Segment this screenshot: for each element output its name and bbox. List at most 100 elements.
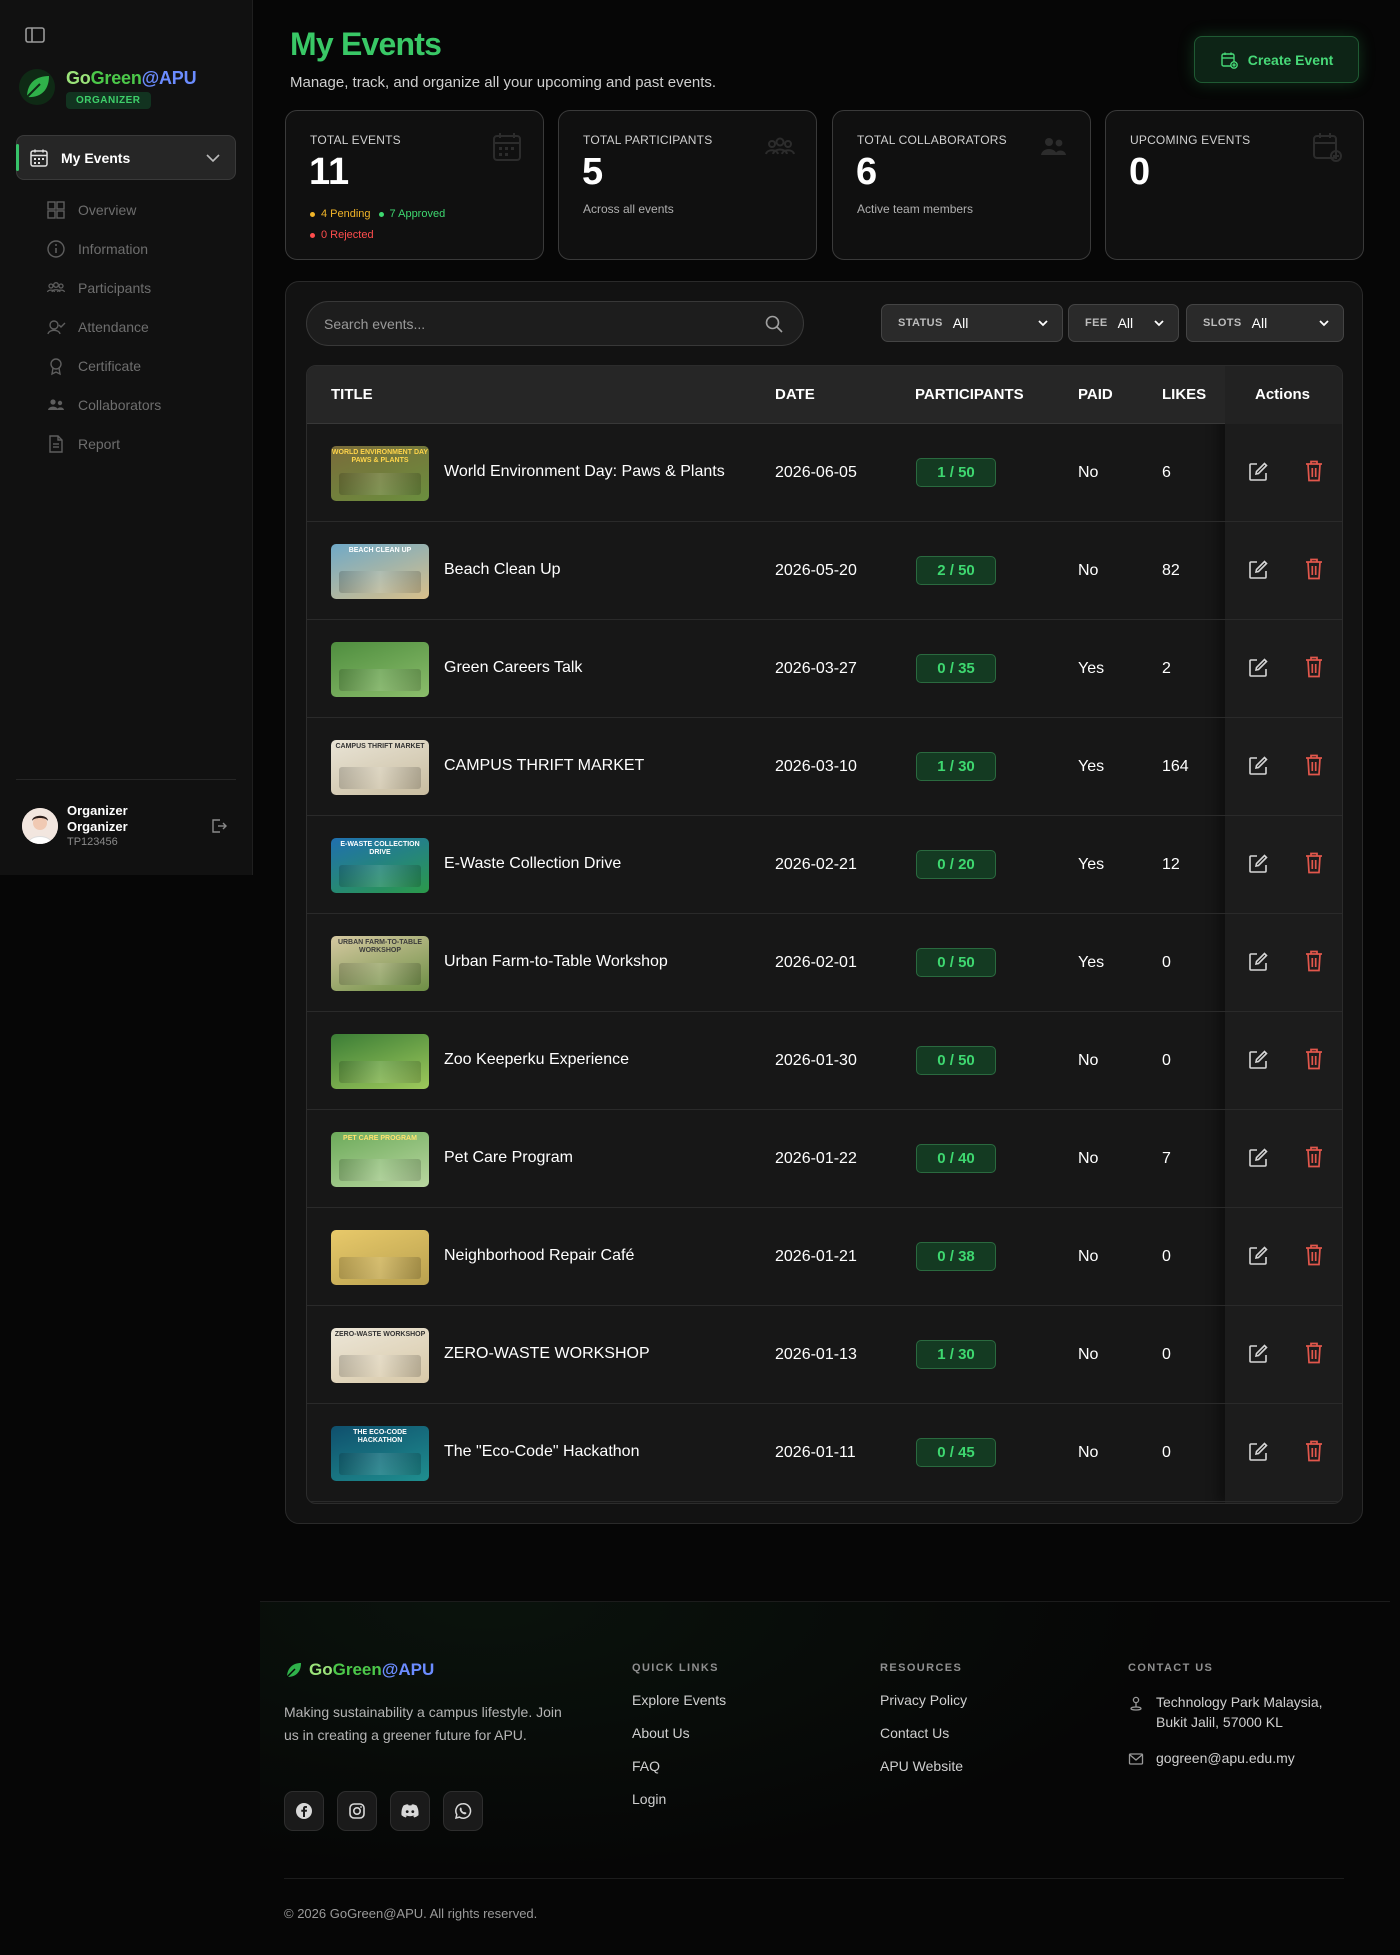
- event-thumbnail[interactable]: ZERO-WASTE WORKSHOP: [331, 1328, 429, 1383]
- trash-icon[interactable]: [1304, 1341, 1324, 1365]
- event-thumbnail[interactable]: URBAN FARM-TO-TABLE WORKSHOP: [331, 936, 429, 991]
- footer-link-contact-us[interactable]: Contact Us: [880, 1725, 967, 1758]
- event-title[interactable]: ZERO-WASTE WORKSHOP: [444, 1345, 650, 1363]
- chevron-down-icon[interactable]: [205, 150, 221, 166]
- instagram-icon[interactable]: [337, 1791, 377, 1831]
- event-thumbnail[interactable]: WORLD ENVIRONMENT DAY PAWS & PLANTS: [331, 446, 429, 501]
- trash-icon[interactable]: [1304, 557, 1324, 581]
- edit-icon[interactable]: [1247, 1441, 1269, 1463]
- subnav-collaborators[interactable]: Collaborators: [46, 385, 161, 424]
- logout-icon[interactable]: [210, 817, 228, 835]
- event-title[interactable]: The "Eco-Code" Hackathon: [444, 1443, 639, 1461]
- fee-filter[interactable]: FEE All: [1068, 304, 1179, 342]
- leaf-logo-icon: [286, 1663, 301, 1678]
- subnav-certificate[interactable]: Certificate: [46, 346, 161, 385]
- trash-icon[interactable]: [1304, 655, 1324, 679]
- trash-icon[interactable]: [1304, 753, 1324, 777]
- event-thumbnail[interactable]: [331, 1034, 429, 1089]
- footer-brand[interactable]: Go Green @APU: [284, 1660, 434, 1680]
- th-date[interactable]: DATE: [775, 386, 815, 403]
- th-likes[interactable]: LIKES: [1162, 386, 1206, 403]
- event-thumbnail[interactable]: CAMPUS THRIFT MARKET: [331, 740, 429, 795]
- edit-icon[interactable]: [1247, 657, 1269, 679]
- edit-icon[interactable]: [1247, 1049, 1269, 1071]
- event-title[interactable]: E-Waste Collection Drive: [444, 855, 621, 873]
- avatar[interactable]: [22, 808, 58, 844]
- table-row[interactable]: CAMPUS THRIFT MARKET CAMPUS THRIFT MARKET…: [307, 718, 1342, 816]
- event-title[interactable]: Green Careers Talk: [444, 659, 582, 677]
- whatsapp-icon[interactable]: [443, 1791, 483, 1831]
- event-thumbnail[interactable]: [331, 642, 429, 697]
- filter-value: All: [952, 315, 969, 331]
- table-row[interactable]: BEACH CLEAN UP Beach Clean Up 2026-05-20 2 …: [307, 522, 1342, 620]
- event-thumbnail[interactable]: THE ECO-CODE HACKATHON: [331, 1426, 429, 1481]
- footer-link-explore-events[interactable]: Explore Events: [632, 1692, 726, 1725]
- trash-icon[interactable]: [1304, 851, 1324, 875]
- trash-icon[interactable]: [1304, 1439, 1324, 1463]
- trash-icon[interactable]: [1304, 1243, 1324, 1267]
- search-bar[interactable]: [306, 301, 804, 346]
- stat-value: 0: [1129, 151, 1151, 193]
- user-name: Organizer Organizer: [67, 803, 128, 834]
- trash-icon[interactable]: [1304, 1145, 1324, 1169]
- table-row[interactable]: Neighborhood Repair Café 2026-01-21 0 / 38…: [307, 1208, 1342, 1306]
- th-paid[interactable]: PAID: [1078, 386, 1113, 403]
- edit-icon[interactable]: [1247, 1147, 1269, 1169]
- search-input[interactable]: [307, 315, 747, 332]
- sidebar-toggle-icon[interactable]: [24, 24, 46, 46]
- edit-icon[interactable]: [1247, 755, 1269, 777]
- status-filter[interactable]: STATUS All: [881, 304, 1063, 342]
- table-row[interactable]: PET CARE PROGRAM Pet Care Program 2026-01-…: [307, 1110, 1342, 1208]
- event-title[interactable]: Beach Clean Up: [444, 561, 561, 579]
- brand[interactable]: GoGreen@APU ORGANIZER: [18, 68, 197, 109]
- event-thumbnail[interactable]: [331, 1230, 429, 1285]
- event-title[interactable]: Pet Care Program: [444, 1149, 573, 1167]
- footer-link-privacy-policy[interactable]: Privacy Policy: [880, 1692, 967, 1725]
- discord-icon[interactable]: [390, 1791, 430, 1831]
- edit-icon[interactable]: [1247, 559, 1269, 581]
- social-links: [284, 1791, 496, 1831]
- trash-icon[interactable]: [1304, 949, 1324, 973]
- event-thumbnail[interactable]: PET CARE PROGRAM: [331, 1132, 429, 1187]
- slots-filter[interactable]: SLOTS All: [1186, 304, 1344, 342]
- table-row[interactable]: Zoo Keeperku Experience 2026-01-30 0 / 50 N…: [307, 1012, 1342, 1110]
- edit-icon[interactable]: [1247, 461, 1269, 483]
- contact-email[interactable]: gogreen@apu.edu.my: [1128, 1748, 1348, 1768]
- create-event-button[interactable]: Create Event: [1194, 36, 1359, 83]
- subnav-information[interactable]: Information: [46, 229, 161, 268]
- trash-icon[interactable]: [1304, 459, 1324, 483]
- subnav-overview[interactable]: Overview: [46, 190, 161, 229]
- subnav-attendance[interactable]: Attendance: [46, 307, 161, 346]
- event-thumbnail[interactable]: E-WASTE COLLECTION DRIVE: [331, 838, 429, 893]
- footer-link-faq[interactable]: FAQ: [632, 1758, 726, 1791]
- edit-icon[interactable]: [1247, 1343, 1269, 1365]
- footer-link-login[interactable]: Login: [632, 1791, 726, 1824]
- nav-my-events[interactable]: My Events: [16, 135, 236, 180]
- table-row[interactable]: ZERO-WASTE WORKSHOP ZERO-WASTE WORKSHOP 20…: [307, 1306, 1342, 1404]
- th-title[interactable]: TITLE: [331, 386, 373, 403]
- event-title[interactable]: Neighborhood Repair Café: [444, 1247, 634, 1265]
- trash-icon[interactable]: [1304, 1047, 1324, 1071]
- event-title[interactable]: Urban Farm-to-Table Workshop: [444, 953, 668, 971]
- th-participants[interactable]: PARTICIPANTS: [915, 386, 1024, 403]
- subnav-participants[interactable]: Participants: [46, 268, 161, 307]
- table-row[interactable]: Green Careers Talk 2026-03-27 0 / 35 Yes 2: [307, 620, 1342, 718]
- footer-link-about-us[interactable]: About Us: [632, 1725, 726, 1758]
- event-thumbnail[interactable]: BEACH CLEAN UP: [331, 544, 429, 599]
- event-likes: 0: [1162, 1052, 1171, 1069]
- table-row[interactable]: WORLD ENVIRONMENT DAY PAWS & PLANTS World…: [307, 424, 1342, 522]
- edit-icon[interactable]: [1247, 951, 1269, 973]
- event-title[interactable]: Zoo Keeperku Experience: [444, 1051, 629, 1069]
- table-row[interactable]: URBAN FARM-TO-TABLE WORKSHOP Urban Farm-t…: [307, 914, 1342, 1012]
- user-id: TP123456: [67, 836, 118, 848]
- search-icon[interactable]: [764, 314, 784, 334]
- event-title[interactable]: World Environment Day: Paws & Plants: [444, 463, 725, 481]
- edit-icon[interactable]: [1247, 1245, 1269, 1267]
- event-title[interactable]: CAMPUS THRIFT MARKET: [444, 757, 644, 775]
- table-row[interactable]: THE ECO-CODE HACKATHON The "Eco-Code" Hac…: [307, 1404, 1342, 1502]
- subnav-report[interactable]: Report: [46, 424, 161, 463]
- facebook-icon[interactable]: [284, 1791, 324, 1831]
- edit-icon[interactable]: [1247, 853, 1269, 875]
- footer-link-apu-website[interactable]: APU Website: [880, 1758, 967, 1791]
- table-row[interactable]: E-WASTE COLLECTION DRIVE E-Waste Collecti…: [307, 816, 1342, 914]
